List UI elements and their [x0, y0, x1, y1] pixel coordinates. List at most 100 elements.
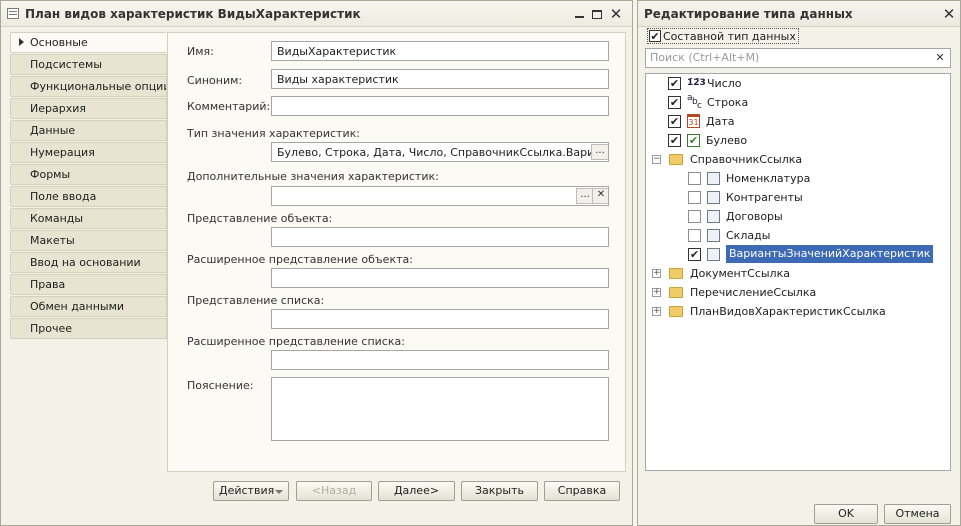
composite-type-checkbox[interactable]: ✔ [649, 30, 661, 42]
cancel-button[interactable]: Отмена [884, 504, 951, 524]
actions-button-label: Действия [219, 484, 275, 497]
tree-item-label: Номенклатура [726, 171, 811, 185]
close-button[interactable]: Закрыть [461, 481, 538, 501]
folder-icon [669, 153, 683, 165]
ext-object-presentation-field[interactable] [271, 268, 609, 288]
tree-item-contractors[interactable]: Контрагенты [688, 188, 803, 206]
tab-label: Команды [30, 212, 84, 225]
back-button[interactable]: <Назад [296, 481, 372, 501]
type-checkbox[interactable]: ✔ [688, 247, 701, 261]
tab-rights[interactable]: Права [10, 274, 167, 295]
ext-list-presentation-label: Расширенное представление списка: [187, 335, 405, 348]
tab-forms[interactable]: Формы [10, 164, 167, 185]
expand-icon[interactable]: + [652, 287, 661, 297]
actions-button[interactable]: Действия [213, 481, 289, 501]
tab-subsystems[interactable]: Подсистемы [10, 54, 167, 75]
catalog-icon [707, 190, 720, 204]
tab-main[interactable]: Основные [10, 32, 167, 53]
value-type-value: Булево, Строка, Дата, Число, СправочникС… [277, 146, 609, 159]
close-icon[interactable]: ✕ [607, 5, 625, 23]
type-checkbox[interactable] [688, 228, 701, 242]
tree-group-document-ref[interactable]: + ДокументСсылка [652, 264, 790, 282]
synonym-field[interactable]: Виды характеристик [271, 69, 609, 89]
tree-item-nomenclature[interactable]: Номенклатура [688, 169, 810, 187]
right-window-title: Редактирование типа данных [644, 7, 853, 21]
comment-field[interactable] [271, 96, 609, 116]
tree-item-string[interactable]: ✔ a b c Строка [668, 93, 748, 111]
type-checkbox[interactable]: ✔ [668, 76, 681, 90]
object-presentation-field[interactable] [271, 227, 609, 247]
tree-item-warehouses[interactable]: Склады [688, 226, 770, 244]
collapse-icon[interactable]: − [652, 154, 661, 164]
clear-icon[interactable]: ✕ [592, 188, 608, 204]
tree-item-label: ВариантыЗначенийХарактеристик [726, 245, 934, 263]
list-presentation-field[interactable] [271, 309, 609, 329]
tree-item-label: ПеречислениеСсылка [690, 285, 817, 299]
folder-icon [669, 267, 683, 279]
tab-label: Прочее [30, 322, 73, 335]
tree-item-label: Строка [707, 95, 749, 109]
tab-label: Обмен данными [30, 300, 125, 313]
ext-list-presentation-field[interactable] [271, 350, 609, 370]
value-type-select-button[interactable]: ... [591, 144, 608, 160]
type-checkbox[interactable]: ✔ [668, 95, 681, 109]
tree-group-chart-of-characteristic-types-ref[interactable]: + ПланВидовХарактеристикСсылка [652, 302, 886, 320]
tab-templates[interactable]: Макеты [10, 230, 167, 251]
tab-data-exchange[interactable]: Обмен данными [10, 296, 167, 317]
date-icon: 31 [687, 114, 700, 128]
synonym-label: Синоним: [187, 74, 243, 87]
tree-group-enum-ref[interactable]: + ПеречислениеСсылка [652, 283, 816, 301]
explanation-label: Пояснение: [187, 379, 254, 392]
minimize-icon[interactable] [570, 5, 588, 23]
boolean-icon: ✔ [687, 133, 700, 147]
tree-group-catalog-ref[interactable]: − СправочникСсылка [652, 150, 802, 168]
tab-label: Формы [30, 168, 71, 181]
search-input[interactable]: Поиск (Ctrl+Alt+M) ✕ [645, 48, 951, 68]
ok-button[interactable]: OK [814, 504, 878, 524]
expand-icon[interactable]: + [652, 306, 661, 316]
folder-icon [669, 305, 683, 317]
tab-numbering[interactable]: Нумерация [10, 142, 167, 163]
folder-icon [669, 286, 683, 298]
tree-item-contracts[interactable]: Договоры [688, 207, 783, 225]
tab-commands[interactable]: Команды [10, 208, 167, 229]
type-checkbox[interactable] [688, 190, 701, 204]
tab-other[interactable]: Прочее [10, 318, 167, 339]
type-checkbox[interactable]: ✔ [668, 133, 681, 147]
tree-item-date[interactable]: ✔ 31 Дата [668, 112, 734, 130]
tab-functional-options[interactable]: Функциональные опции [10, 76, 167, 97]
composite-type-checkbox-row[interactable]: ✔ Составной тип данных [647, 28, 799, 44]
maximize-icon[interactable] [588, 5, 606, 23]
tab-data[interactable]: Данные [10, 120, 167, 141]
additional-values-field[interactable]: ... ✕ [271, 186, 609, 206]
object-presentation-label: Представление объекта: [187, 212, 333, 225]
tab-input-field[interactable]: Поле ввода [10, 186, 167, 207]
type-checkbox[interactable] [688, 171, 701, 185]
clear-search-icon[interactable]: ✕ [932, 50, 948, 66]
tab-hierarchy[interactable]: Иерархия [10, 98, 167, 119]
tab-label: Функциональные опции [30, 80, 167, 93]
additional-values-label: Дополнительные значения характеристик: [187, 170, 439, 183]
right-titlebar: Редактирование типа данных ✕ [638, 1, 960, 27]
tree-item-label: Булево [706, 133, 748, 147]
close-icon[interactable]: ✕ [940, 5, 958, 23]
tree-item-characteristic-values[interactable]: ✔ ВариантыЗначенийХарактеристик [688, 245, 934, 263]
arrow-right-icon [19, 38, 24, 46]
tree-item-boolean[interactable]: ✔ ✔ Булево [668, 131, 747, 149]
type-checkbox[interactable]: ✔ [668, 114, 681, 128]
tab-label: Данные [30, 124, 76, 137]
tab-input-based-on[interactable]: Ввод на основании [10, 252, 167, 273]
tree-item-label: Дата [706, 114, 735, 128]
next-button[interactable]: Далее> [378, 481, 455, 501]
type-checkbox[interactable] [688, 209, 701, 223]
tab-list: Основные Подсистемы Функциональные опции… [10, 32, 167, 340]
tab-label: Иерархия [30, 102, 86, 115]
tree-item-label: ДокументСсылка [690, 266, 790, 280]
value-type-field[interactable]: Булево, Строка, Дата, Число, СправочникС… [271, 142, 609, 162]
explanation-field[interactable] [271, 377, 609, 441]
string-icon-letter: c [697, 101, 702, 111]
expand-icon[interactable]: + [652, 268, 661, 278]
help-button[interactable]: Справка [544, 481, 620, 501]
name-field[interactable]: ВидыХарактеристик [271, 41, 609, 61]
tree-item-number[interactable]: ✔ 1̄2̄3 Число [668, 74, 742, 92]
